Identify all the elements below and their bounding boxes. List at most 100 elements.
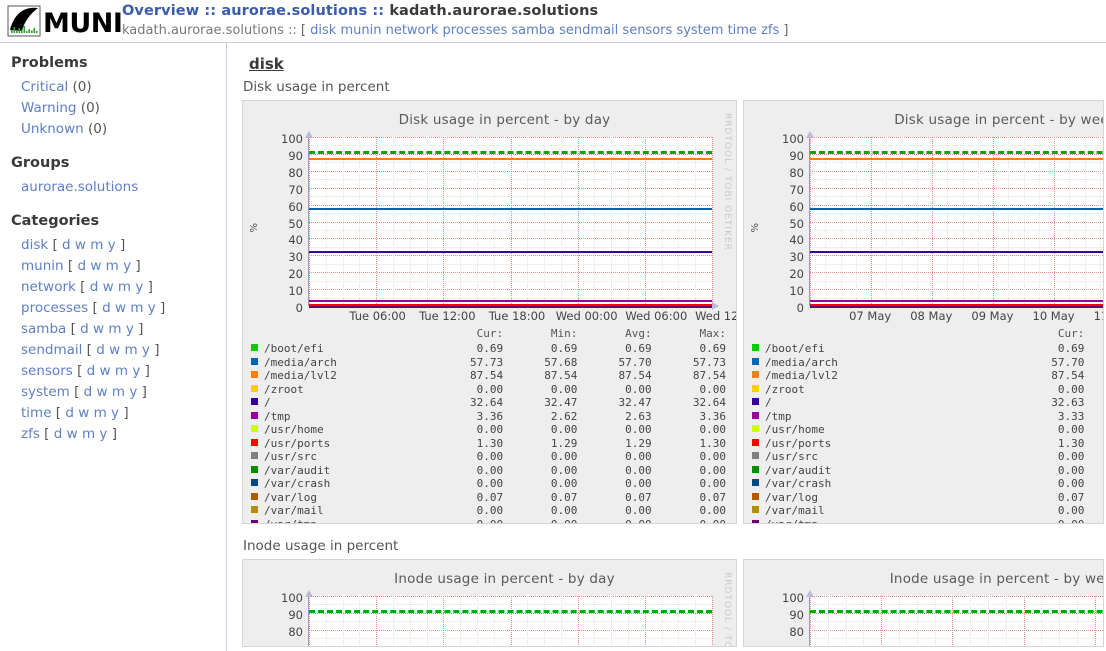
graph-card[interactable]: Inode usage in percent - by weekRRDTOOL …	[743, 559, 1104, 647]
sidebar-item-label[interactable]: Unknown	[21, 121, 84, 137]
sidebar-zoom-network-m[interactable]: m	[118, 279, 131, 295]
sidebar-zoom-network-y[interactable]: y	[135, 279, 143, 295]
sidebar-zoom-zfs-d[interactable]: d	[54, 426, 63, 442]
sidebar-zoom-network-w[interactable]: w	[103, 279, 114, 295]
sidebar-item-label[interactable]: system	[21, 384, 70, 400]
sidebar-zoom-zfs-y[interactable]: y	[99, 426, 107, 442]
sidebar-zoom-sendmail-w[interactable]: w	[109, 342, 120, 358]
sidebar-zoom-munin-d[interactable]: d	[77, 258, 86, 274]
sidebar-item-label[interactable]: time	[21, 405, 52, 421]
sidebar-zoom-processes-d[interactable]: d	[102, 300, 111, 316]
sidebar-zoom-disk-w[interactable]: w	[75, 237, 86, 253]
breadcrumb-sep-2: ::	[367, 3, 389, 19]
sidebar-zoom-samba-d[interactable]: d	[80, 321, 89, 337]
sidebar-item-label[interactable]: disk	[21, 237, 48, 253]
sidebar-zoom-time-w[interactable]: w	[78, 405, 89, 421]
sidebar-zoom-sensors-d[interactable]: d	[87, 363, 96, 379]
sidebar-zoom-samba-w[interactable]: w	[93, 321, 104, 337]
sidebar-item-samba[interactable]: samba [ d w m y ]	[11, 319, 226, 340]
legend-value-max: 0.69	[656, 342, 730, 356]
sidebar-item-label[interactable]: sendmail	[21, 342, 82, 358]
subnav-link-munin[interactable]: munin	[340, 23, 381, 38]
sidebar-zoom-munin-y[interactable]: y	[123, 258, 131, 274]
graph-card[interactable]: Inode usage in percent - by dayRRDTOOL /…	[242, 559, 737, 647]
sidebar-item-zfs[interactable]: zfs [ d w m y ]	[11, 424, 226, 445]
gridline-v	[993, 137, 994, 306]
sidebar-zoom-time-y[interactable]: y	[111, 405, 119, 421]
sidebar-item-sendmail[interactable]: sendmail [ d w m y ]	[11, 340, 226, 361]
sidebar-zoom-disk-y[interactable]: y	[108, 237, 116, 253]
sidebar-zoom-zfs-w[interactable]: w	[67, 426, 78, 442]
sidebar-zoom-system-w[interactable]: w	[97, 384, 108, 400]
sidebar-item-warning[interactable]: Warning (0)	[11, 98, 226, 119]
sidebar-zoom-disk-m[interactable]: m	[90, 237, 103, 253]
subnav-link-disk[interactable]: disk	[310, 23, 336, 38]
sidebar-item-label[interactable]: sensors	[21, 363, 73, 379]
sidebar-zoom-sendmail-m[interactable]: m	[124, 342, 137, 358]
legend-series-name: /tmp	[264, 410, 291, 423]
sidebar-item-time[interactable]: time [ d w m y ]	[11, 403, 226, 424]
sidebar-item-processes[interactable]: processes [ d w m y ]	[11, 298, 226, 319]
sidebar-zoom-samba-m[interactable]: m	[108, 321, 121, 337]
legend-value-min: 32.47	[507, 396, 581, 410]
gridline-v-minor	[978, 137, 979, 306]
threshold-line	[810, 151, 1104, 154]
sidebar-zoom-sensors-w[interactable]: w	[100, 363, 111, 379]
subnav-sep: ::	[284, 23, 301, 38]
subnav-link-system[interactable]: system	[676, 23, 723, 38]
subnav-link-sensors[interactable]: sensors	[622, 23, 672, 38]
sidebar-zoom-munin-m[interactable]: m	[106, 258, 119, 274]
sidebar-zoom-processes-y[interactable]: y	[148, 300, 156, 316]
sidebar-item-label[interactable]: munin	[21, 258, 64, 274]
subnav-link-time[interactable]: time	[728, 23, 757, 38]
sidebar-item-label[interactable]: Warning	[21, 100, 77, 116]
sidebar-item-system[interactable]: system [ d w m y ]	[11, 382, 226, 403]
graph-legend: Cur:Min:Avg:Max:/boot/efi0.690.690.690.6…	[243, 327, 736, 524]
category-title-disk[interactable]: disk	[249, 55, 284, 73]
munin-logo[interactable]: MUNIN	[0, 0, 122, 42]
sidebar-item-munin[interactable]: munin [ d w m y ]	[11, 256, 226, 277]
sidebar-item-label[interactable]: aurorae.solutions	[21, 179, 138, 195]
subnav-link-sendmail[interactable]: sendmail	[559, 23, 618, 38]
gridline-v	[645, 137, 646, 306]
sidebar-zoom-time-m[interactable]: m	[94, 405, 107, 421]
sidebar-zoom-system-y[interactable]: y	[129, 384, 137, 400]
subnav-link-network[interactable]: network	[386, 23, 439, 38]
sidebar-item-unknown[interactable]: Unknown (0)	[11, 119, 226, 140]
sidebar-zoom-time-d[interactable]: d	[65, 405, 74, 421]
sidebar-zoom-processes-m[interactable]: m	[130, 300, 143, 316]
sidebar-item-label[interactable]: zfs	[21, 426, 40, 442]
subnav-link-samba[interactable]: samba	[511, 23, 555, 38]
bracket-close: ]	[145, 363, 150, 379]
graph-card[interactable]: Disk usage in percent - by dayRRDTOOL / …	[242, 100, 737, 524]
subnav-link-processes[interactable]: processes	[443, 23, 508, 38]
sidebar-item-label[interactable]: Critical	[21, 79, 68, 95]
subnav-link-zfs[interactable]: zfs	[761, 23, 779, 38]
sidebar-item-network[interactable]: network [ d w m y ]	[11, 277, 226, 298]
sidebar-zoom-disk-d[interactable]: d	[62, 237, 71, 253]
sidebar-zoom-processes-w[interactable]: w	[115, 300, 126, 316]
sidebar-zoom-munin-w[interactable]: w	[90, 258, 101, 274]
sidebar-zoom-samba-y[interactable]: y	[126, 321, 134, 337]
legend-value-cur: 0.00	[991, 504, 1088, 518]
sidebar-zoom-system-d[interactable]: d	[84, 384, 93, 400]
sidebar-zoom-zfs-m[interactable]: m	[82, 426, 95, 442]
sidebar-item-sensors[interactable]: sensors [ d w m y ]	[11, 361, 226, 382]
sidebar-zoom-sendmail-y[interactable]: y	[142, 342, 150, 358]
legend-label-cell: /media/arch	[750, 356, 991, 370]
bracket-open: [	[64, 258, 78, 274]
sidebar-zoom-system-m[interactable]: m	[112, 384, 125, 400]
sidebar-zoom-sendmail-d[interactable]: d	[96, 342, 105, 358]
sidebar-item-label[interactable]: network	[21, 279, 76, 295]
sidebar-item-label[interactable]: samba	[21, 321, 66, 337]
y-tick-label: 60	[758, 200, 804, 214]
sidebar-item-disk[interactable]: disk [ d w m y ]	[11, 235, 226, 256]
sidebar-item-group-aurorae.solutions[interactable]: aurorae.solutions	[11, 177, 226, 198]
sidebar-zoom-network-d[interactable]: d	[90, 279, 99, 295]
sidebar-zoom-sensors-y[interactable]: y	[132, 363, 140, 379]
sidebar-item-critical[interactable]: Critical (0)	[11, 77, 226, 98]
sidebar-item-label[interactable]: processes	[21, 300, 88, 316]
graph-row-inode-usage: Inode usage in percent - by dayRRDTOOL /…	[242, 559, 1106, 647]
graph-card[interactable]: Disk usage in percent - by weekRRDTOOL /…	[743, 100, 1104, 524]
sidebar-zoom-sensors-m[interactable]: m	[115, 363, 128, 379]
